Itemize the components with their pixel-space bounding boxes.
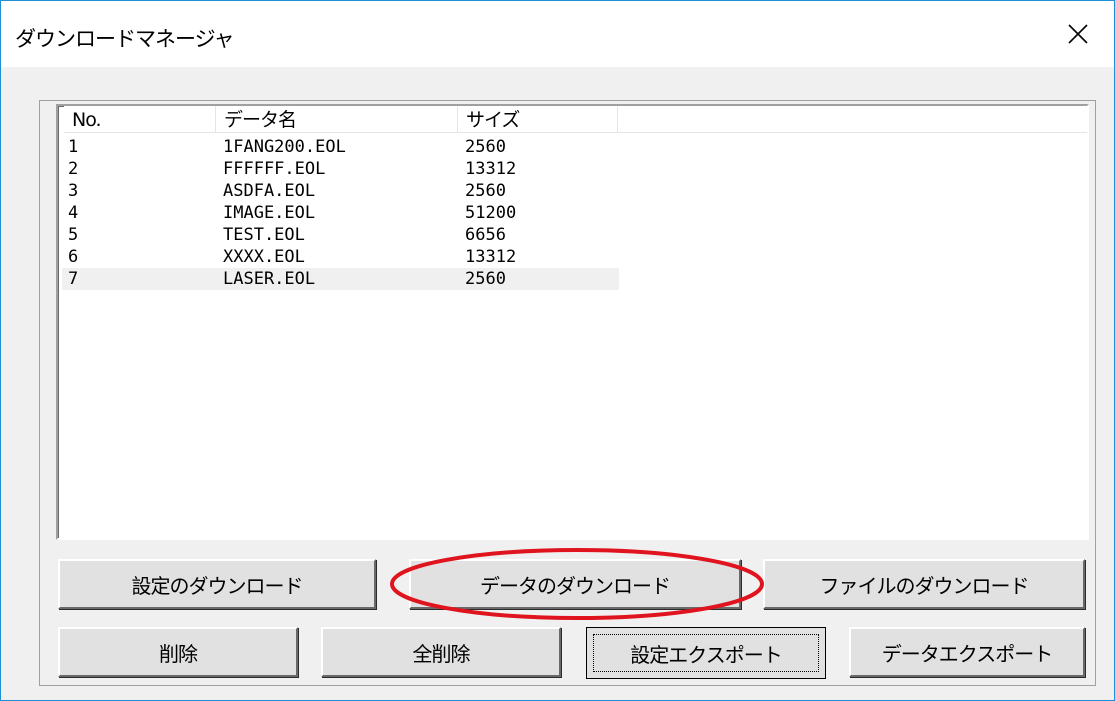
row-no: 3 bbox=[68, 181, 79, 201]
dialog-window: ダウンロードマネージャ No. データ名 サイズ 1 1FANG200.EOL 25… bbox=[0, 0, 1115, 701]
row-size: 2560 bbox=[465, 181, 506, 201]
download-data-button[interactable]: データのダウンロード bbox=[409, 559, 741, 609]
row-name: TEST.EOL bbox=[223, 225, 305, 245]
focus-rect bbox=[593, 634, 819, 672]
window-title: ダウンロードマネージャ bbox=[15, 27, 235, 51]
row-size: 13312 bbox=[465, 159, 517, 179]
row-no: 7 bbox=[68, 269, 79, 289]
list-item[interactable]: 5 TEST.EOL 6656 bbox=[62, 224, 619, 246]
download-file-button[interactable]: ファイルのダウンロード bbox=[763, 559, 1085, 609]
list-item[interactable]: 7 LASER.EOL 2560 bbox=[62, 268, 619, 290]
list-item[interactable]: 4 IMAGE.EOL 51200 bbox=[62, 202, 619, 224]
list-rows: 1 1FANG200.EOL 2560 2 FFFFFF.EOL 13312 3 ASDFA.… bbox=[62, 136, 619, 290]
column-header-no[interactable]: No. bbox=[64, 106, 216, 132]
row-name: XXXX.EOL bbox=[223, 247, 305, 267]
export-settings-button[interactable]: 設定エクスポート bbox=[586, 627, 826, 679]
row-name: ASDFA.EOL bbox=[223, 181, 316, 201]
column-header-name[interactable]: データ名 bbox=[216, 106, 458, 132]
delete-button[interactable]: 削除 bbox=[58, 627, 298, 677]
row-name: LASER.EOL bbox=[223, 269, 316, 289]
download-settings-button[interactable]: 設定のダウンロード bbox=[58, 559, 376, 609]
export-data-button[interactable]: データエクスポート bbox=[849, 627, 1085, 677]
row-no: 5 bbox=[68, 225, 79, 245]
file-list[interactable]: No. データ名 サイズ 1 1FANG200.EOL 2560 2 FFFFFF.EO… bbox=[56, 104, 1089, 540]
list-item[interactable]: 2 FFFFFF.EOL 13312 bbox=[62, 158, 619, 180]
list-item[interactable]: 6 XXXX.EOL 13312 bbox=[62, 246, 619, 268]
close-icon bbox=[1068, 24, 1088, 44]
list-item[interactable]: 1 1FANG200.EOL 2560 bbox=[62, 136, 619, 158]
list-header: No. データ名 サイズ bbox=[64, 106, 1087, 133]
row-name: FFFFFF.EOL bbox=[223, 159, 326, 179]
row-size: 6656 bbox=[465, 225, 506, 245]
row-no: 2 bbox=[68, 159, 79, 179]
row-no: 6 bbox=[68, 247, 79, 267]
row-size: 13312 bbox=[465, 247, 517, 267]
column-header-size[interactable]: サイズ bbox=[458, 106, 618, 132]
row-size: 2560 bbox=[465, 137, 506, 157]
row-no: 4 bbox=[68, 203, 79, 223]
row-size: 51200 bbox=[465, 203, 517, 223]
row-size: 2560 bbox=[465, 269, 506, 289]
row-no: 1 bbox=[68, 137, 79, 157]
title-bar[interactable]: ダウンロードマネージャ bbox=[1, 1, 1114, 67]
row-name: 1FANG200.EOL bbox=[223, 137, 346, 157]
delete-all-button[interactable]: 全削除 bbox=[321, 627, 561, 677]
list-item[interactable]: 3 ASDFA.EOL 2560 bbox=[62, 180, 619, 202]
row-name: IMAGE.EOL bbox=[223, 203, 316, 223]
close-button[interactable] bbox=[1042, 1, 1114, 67]
